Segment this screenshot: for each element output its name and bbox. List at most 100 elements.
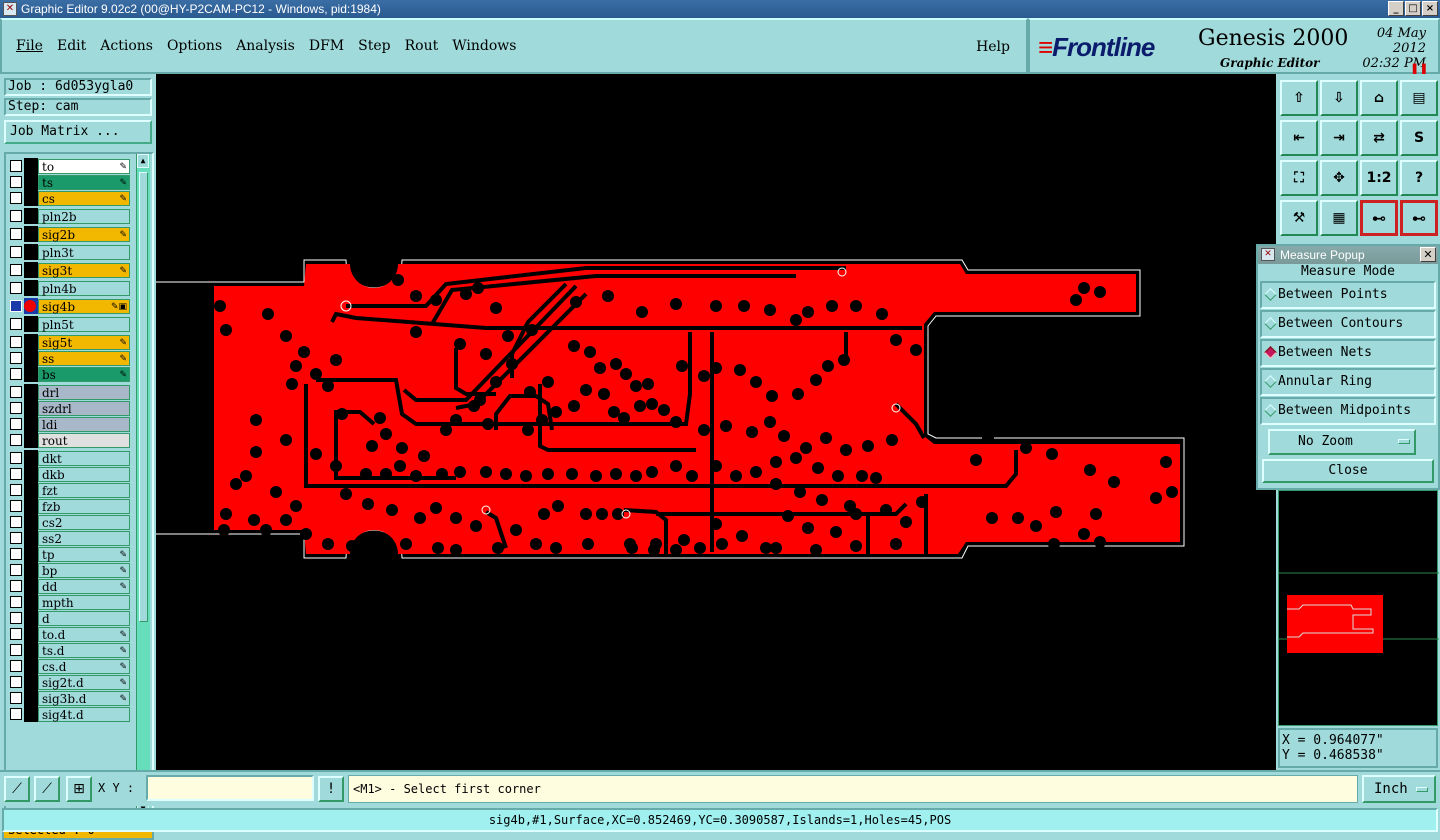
menu-step[interactable]: Step xyxy=(358,38,390,54)
menu-analysis[interactable]: Analysis xyxy=(236,38,295,54)
arrow-left-icon[interactable]: ⇤ xyxy=(1280,120,1318,156)
option-between-midpoints[interactable]: Between Midpoints xyxy=(1260,397,1436,425)
split-view-icon[interactable]: ▤ xyxy=(1400,80,1438,116)
layer-checkbox[interactable] xyxy=(10,660,22,672)
clipboard-up-icon[interactable]: ⇧ xyxy=(1280,80,1318,116)
layer-checkbox[interactable] xyxy=(10,318,22,330)
graphic-canvas[interactable] xyxy=(156,74,1276,770)
layer-checkbox[interactable] xyxy=(10,228,22,240)
layer-row-fzt[interactable]: fzt xyxy=(8,482,130,498)
layer-checkbox[interactable] xyxy=(10,564,22,576)
layer-row-rout[interactable]: rout xyxy=(8,432,130,448)
clipboard-down-icon[interactable]: ⇩ xyxy=(1320,80,1358,116)
alert-button[interactable]: ! xyxy=(318,776,344,802)
layer-row-szdrl[interactable]: szdrl xyxy=(8,400,130,416)
layer-checkbox[interactable] xyxy=(10,596,22,608)
close-window-button[interactable]: × xyxy=(1422,1,1438,16)
snap-icon[interactable]: ⟋ xyxy=(4,776,30,802)
layer-checkbox[interactable] xyxy=(10,210,22,222)
layer-row-pln3t[interactable]: pln3t xyxy=(8,244,130,260)
measure-popup-titlebar[interactable]: ✕ Measure Popup ✕ xyxy=(1258,246,1438,264)
measure-close-x-button[interactable]: ✕ xyxy=(1420,247,1436,262)
job-matrix-button[interactable]: Job Matrix ... xyxy=(4,120,152,144)
layer-row-sig2t-d[interactable]: sig2t.d ✎ xyxy=(8,674,130,690)
layer-row-sig2b[interactable]: sig2b ✎ xyxy=(8,226,130,242)
layer-checkbox[interactable] xyxy=(10,264,22,276)
ratio-icon[interactable]: 1:2 xyxy=(1360,160,1398,196)
layer-row-cs2[interactable]: cs2 xyxy=(8,514,130,530)
option-between-points[interactable]: Between Points xyxy=(1260,281,1436,309)
layer-checkbox[interactable] xyxy=(10,612,22,624)
layer-row-sig5t[interactable]: sig5t ✎ xyxy=(8,334,130,350)
layer-row-ss2[interactable]: ss2 xyxy=(8,530,130,546)
measure-icon[interactable]: ⟋ xyxy=(34,776,60,802)
grid-icon[interactable]: ▦ xyxy=(1320,200,1358,236)
unit-select[interactable]: Inch xyxy=(1362,775,1436,803)
swap-icon[interactable]: ⇄ xyxy=(1360,120,1398,156)
layer-list[interactable]: ▲ ▼ to✎ts✎cs✎ pln2b sig2b✎ pln3t sig3t✎ pln4b… xyxy=(4,152,154,818)
layer-checkbox[interactable] xyxy=(10,386,22,398)
option-between-nets[interactable]: Between Nets xyxy=(1260,339,1436,367)
layer-checkbox[interactable] xyxy=(10,352,22,364)
layer-checkbox[interactable] xyxy=(10,368,22,380)
overview-map[interactable] xyxy=(1278,490,1439,726)
maximize-button[interactable]: □ xyxy=(1405,1,1421,16)
layer-checkbox[interactable] xyxy=(10,548,22,560)
scroll-thumb[interactable] xyxy=(139,172,148,622)
layer-row-d[interactable]: d xyxy=(8,610,130,626)
layer-checkbox[interactable] xyxy=(10,160,22,172)
net-icon-1[interactable]: ⊷ xyxy=(1360,200,1398,236)
layer-row-pln5t[interactable]: pln5t xyxy=(8,316,130,332)
menu-rout[interactable]: Rout xyxy=(405,38,439,54)
arrow-right-icon[interactable]: ⇥ xyxy=(1320,120,1358,156)
measure-close-button[interactable]: Close xyxy=(1262,459,1434,483)
net-icon-2[interactable]: ⊷ xyxy=(1400,200,1438,236)
xy-input[interactable] xyxy=(146,775,314,801)
layer-row-dkb[interactable]: dkb xyxy=(8,466,130,482)
layer-checkbox[interactable] xyxy=(10,580,22,592)
layer-scrollbar[interactable]: ▲ ▼ xyxy=(136,154,150,816)
layer-checkbox[interactable] xyxy=(10,692,22,704)
zoom-select[interactable]: No Zoom xyxy=(1268,429,1416,455)
layer-row-ldi[interactable]: ldi xyxy=(8,416,130,432)
layer-row-ts-d[interactable]: ts.d ✎ xyxy=(8,642,130,658)
layer-row-mpth[interactable]: mpth xyxy=(8,594,130,610)
layer-checkbox[interactable] xyxy=(10,532,22,544)
menu-options[interactable]: Options xyxy=(167,38,222,54)
menu-file[interactable]: File xyxy=(16,38,43,54)
layer-checkbox[interactable] xyxy=(10,452,22,464)
tools-icon[interactable]: ⚒ xyxy=(1280,200,1318,236)
layer-row-bp[interactable]: bp ✎ xyxy=(8,562,130,578)
fit-all-icon[interactable]: ⛶ xyxy=(1280,160,1318,196)
layer-row-pln4b[interactable]: pln4b xyxy=(8,280,130,296)
layer-row-sig4b[interactable]: sig4b ✎▣ xyxy=(8,298,130,314)
layer-checkbox[interactable] xyxy=(10,628,22,640)
fit-center-icon[interactable]: ✥ xyxy=(1320,160,1358,196)
layer-checkbox[interactable] xyxy=(10,192,22,204)
layer-row-dkt[interactable]: dkt xyxy=(8,450,130,466)
layer-checkbox[interactable] xyxy=(10,300,22,312)
layer-checkbox[interactable] xyxy=(10,282,22,294)
layer-checkbox[interactable] xyxy=(10,468,22,480)
menu-help[interactable]: Help xyxy=(976,39,1010,55)
minimize-button[interactable]: _ xyxy=(1388,1,1404,16)
grid-snap-icon[interactable]: ⊞ xyxy=(66,776,92,802)
layer-row-cs-d[interactable]: cs.d ✎ xyxy=(8,658,130,674)
s-curve-icon[interactable]: S xyxy=(1400,120,1438,156)
layer-checkbox[interactable] xyxy=(10,676,22,688)
layer-row-sig3b-d[interactable]: sig3b.d ✎ xyxy=(8,690,130,706)
layer-row-fzb[interactable]: fzb xyxy=(8,498,130,514)
option-between-contours[interactable]: Between Contours xyxy=(1260,310,1436,338)
layer-row-cs[interactable]: cs ✎ xyxy=(8,190,130,206)
layer-row-tp[interactable]: tp ✎ xyxy=(8,546,130,562)
layer-checkbox[interactable] xyxy=(10,484,22,496)
layer-checkbox[interactable] xyxy=(10,246,22,258)
option-annular-ring[interactable]: Annular Ring xyxy=(1260,368,1436,396)
layer-checkbox[interactable] xyxy=(10,434,22,446)
layer-checkbox[interactable] xyxy=(10,176,22,188)
layer-row-ts[interactable]: ts ✎ xyxy=(8,174,130,190)
menu-actions[interactable]: Actions xyxy=(100,38,153,54)
layer-row-to-d[interactable]: to.d ✎ xyxy=(8,626,130,642)
layer-checkbox[interactable] xyxy=(10,418,22,430)
layer-row-drl[interactable]: drl xyxy=(8,384,130,400)
